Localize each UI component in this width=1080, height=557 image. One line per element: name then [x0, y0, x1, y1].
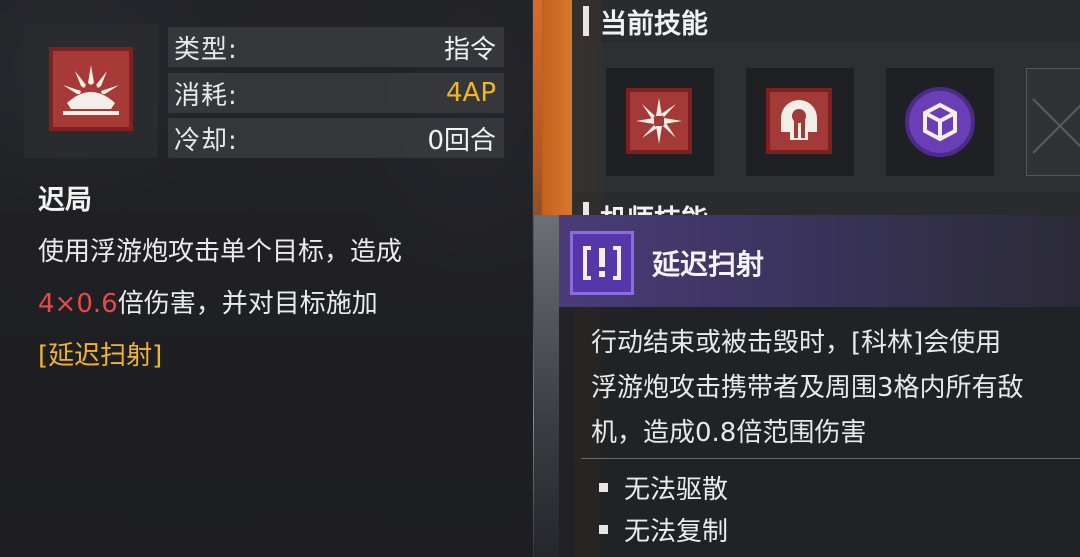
skill-slot-2[interactable]	[746, 68, 854, 176]
skill-name: 迟局	[38, 185, 92, 216]
bullet-icon	[599, 483, 608, 492]
skill-slot-3[interactable]	[886, 68, 994, 176]
skill-description: 使用浮游炮攻击单个目标，造成 4×0.6倍伤害，并对目标施加 [延迟扫射]	[38, 226, 508, 382]
skill-icon-frame	[24, 24, 158, 158]
skill-tooltip: 类型: 指令 消耗: 4AP 冷却: 0回合 迟局 使用浮游炮攻击单个目标，造成…	[0, 0, 532, 557]
machine-skills-header: 机师技能	[572, 192, 1080, 216]
status-effect-header: 延迟扫射	[559, 215, 1080, 307]
header-accent-bar	[583, 202, 589, 216]
shield-sunburst-icon	[49, 47, 133, 131]
desc-text: 使用浮游炮攻击单个目标，造成	[38, 237, 403, 267]
desc-line: 浮游炮攻击携带者及周围3格内所有敌	[591, 373, 1024, 403]
cube-icon	[905, 87, 975, 157]
status-tag-label: 无法驱散	[624, 475, 729, 505]
desc-text: 倍伤害，并对目标施加	[117, 289, 378, 319]
status-effect-link[interactable]: [延迟扫射]	[38, 341, 162, 371]
stat-value: 指令	[443, 34, 496, 65]
current-skills-title: 当前技能	[600, 9, 708, 40]
status-effect-tooltip: 延迟扫射 行动结束或被击毁时，[科林]会使用 浮游炮攻击携带者及周围3格内所有敌…	[559, 215, 1080, 557]
stat-label: 冷却:	[174, 125, 238, 156]
header-accent-bar	[583, 6, 589, 36]
damage-multiplier: 4×0.6	[38, 289, 118, 319]
status-tag-label: 无法复制	[624, 517, 729, 547]
machine-skills-title: 机师技能	[600, 198, 708, 216]
stat-value-cost: 4AP	[445, 78, 496, 108]
status-tag: 无法驱散	[599, 469, 728, 506]
bullet-icon	[599, 525, 608, 534]
stat-row-cost: 消耗: 4AP	[168, 73, 504, 113]
desc-line: 机，造成0.8倍范围伤害	[591, 418, 867, 448]
warning-bracket-icon	[570, 231, 634, 295]
desc-line: 行动结束或被击毁时，[科林]会使用	[591, 328, 1002, 358]
stat-row-cooldown: 冷却: 0回合	[168, 118, 504, 158]
skill-slot-1[interactable]	[606, 68, 714, 176]
status-effect-description: 行动结束或被击毁时，[科林]会使用 浮游炮攻击携带者及周围3格内所有敌 机，造成…	[591, 321, 1080, 456]
stat-label: 类型:	[174, 34, 238, 65]
status-effect-title: 延迟扫射	[652, 248, 765, 281]
crosshair-burst-icon	[626, 88, 692, 154]
stat-label: 消耗:	[174, 80, 238, 111]
status-tag: 无法复制	[599, 511, 728, 548]
divider	[581, 458, 1080, 459]
empty-slot-icon[interactable]	[1026, 68, 1080, 176]
stat-value: 0回合	[427, 125, 496, 156]
helmet-icon	[766, 88, 832, 154]
stat-row-type: 类型: 指令	[168, 27, 504, 67]
